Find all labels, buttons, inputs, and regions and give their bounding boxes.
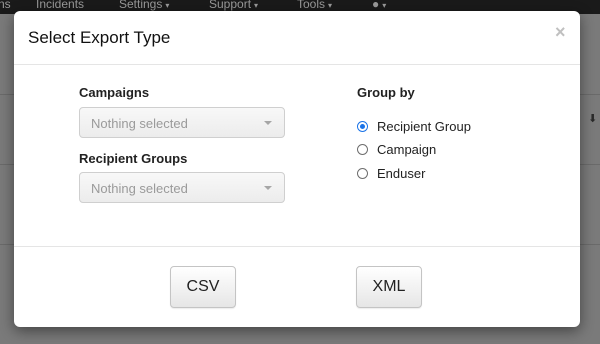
nav-item-partial[interactable]: ns: [0, 0, 11, 11]
radio-button[interactable]: [357, 144, 368, 155]
export-modal: Select Export Type × Campaigns Nothing s…: [14, 11, 580, 327]
close-icon[interactable]: ×: [555, 23, 569, 41]
campaigns-label: Campaigns: [79, 85, 150, 100]
export-csv-button[interactable]: CSV: [170, 266, 236, 308]
modal-header: Select Export Type ×: [14, 11, 580, 65]
modal-footer: CSV XML: [14, 246, 580, 328]
radio-label: Recipient Group: [377, 119, 471, 134]
nav-item-support[interactable]: Support ▾: [209, 0, 258, 11]
radio-label: Enduser: [377, 166, 426, 181]
campaigns-select[interactable]: Nothing selected: [79, 107, 285, 138]
recipient-groups-select-value: Nothing selected: [91, 181, 188, 196]
nav-item-settings[interactable]: Settings ▾: [119, 0, 169, 11]
radio-label: Campaign: [377, 142, 437, 157]
modal-title: Select Export Type: [28, 28, 171, 47]
recipient-groups-label: Recipient Groups: [79, 151, 188, 166]
radio-button-checked[interactable]: [357, 121, 368, 132]
radio-button[interactable]: [357, 168, 368, 179]
campaigns-select-value: Nothing selected: [91, 116, 188, 131]
caret-down-icon: ▾: [382, 1, 387, 10]
nav-item-user[interactable]: ● ▾: [372, 0, 386, 11]
caret-down-icon: ▾: [165, 1, 170, 10]
download-icon: ⬇: [588, 113, 598, 125]
user-icon: ●: [372, 0, 380, 11]
nav-item-tools[interactable]: Tools ▾: [297, 0, 332, 11]
caret-down-icon: ▾: [328, 1, 333, 10]
nav-item-incidents[interactable]: Incidents: [36, 0, 84, 11]
chevron-down-icon: [264, 121, 272, 125]
caret-down-icon: ▾: [254, 1, 259, 10]
chevron-down-icon: [264, 186, 272, 190]
export-xml-button[interactable]: XML: [356, 266, 422, 308]
recipient-groups-select[interactable]: Nothing selected: [79, 172, 285, 203]
group-by-label: Group by: [357, 85, 415, 100]
